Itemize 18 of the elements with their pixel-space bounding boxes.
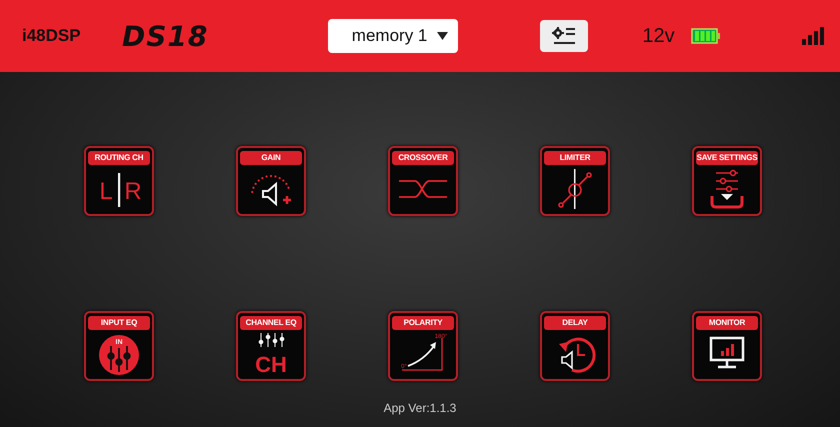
caret-icon [437,32,448,40]
voltage-reading: 12v [642,24,675,48]
battery-icon [690,28,721,44]
gain-tile-button[interactable]: GAIN [236,146,306,216]
preset-dropdown[interactable]: memory 1 [328,19,458,53]
app-version: App Ver:1.1.3 [384,401,456,415]
delay-tile-button[interactable]: DELAY [540,311,610,381]
channeleq-tile-button[interactable]: CHANNEL EQ CH [236,311,306,381]
monitor-tile-button[interactable]: MONITOR [692,311,762,381]
limiter-tile-button[interactable]: LIMITER [540,146,610,216]
settings-button[interactable] [540,20,588,52]
routing-tile-button[interactable]: ROUTING CH L R [84,146,154,216]
app-name: i48DSP [22,26,82,46]
save-tile-button[interactable]: SAVE SETTINGS [692,146,762,216]
settings-icon [552,27,576,45]
brand-logo: DS18 [122,20,208,52]
crossover-tile-button[interactable]: CROSSOVER [388,146,458,216]
signal-icon [802,27,826,45]
